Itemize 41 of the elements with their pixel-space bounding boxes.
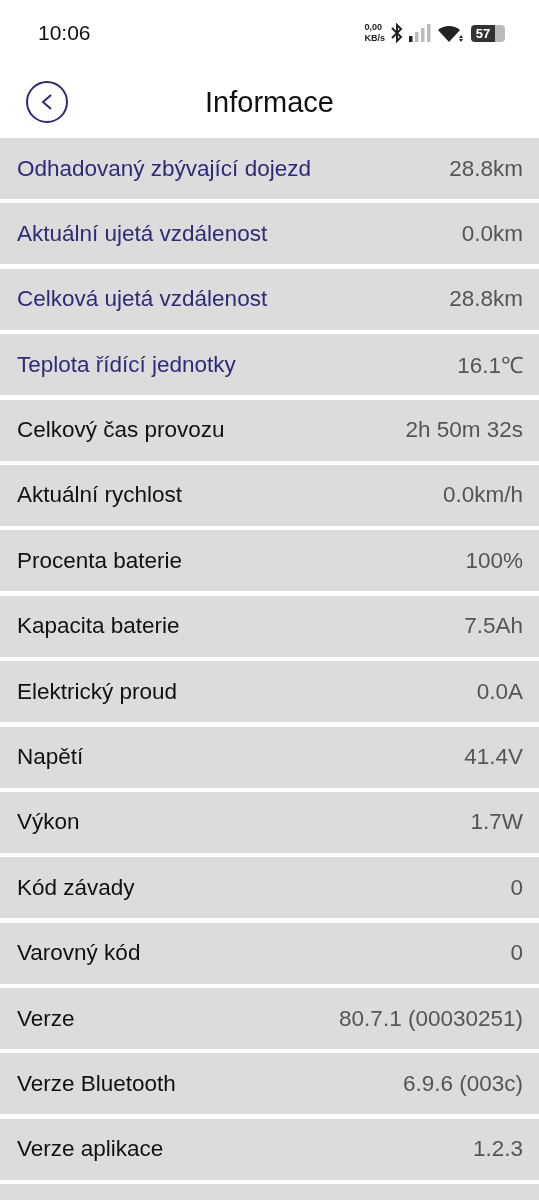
- row-value: 0.0km: [461, 220, 523, 247]
- row-label: Kód závady: [17, 874, 135, 901]
- row-label: Aktuální ujetá vzdálenost: [17, 220, 268, 247]
- row-label: Výkon: [17, 809, 80, 836]
- row-value: 28.8km: [449, 286, 523, 313]
- row-label: Verze aplikace: [17, 1136, 164, 1163]
- network-speed-unit: KB/s: [364, 33, 385, 44]
- row-value: 41.4V: [464, 744, 523, 770]
- row-label: Varovný kód: [17, 940, 141, 967]
- row-value: 2h 50m 32s: [405, 417, 523, 444]
- row-label: Verze: [17, 1005, 75, 1032]
- page-title: Informace: [204, 85, 335, 119]
- row-label: Verze Bluetooth: [17, 1070, 176, 1097]
- row-value: 80.7.1 (00030251): [339, 1005, 523, 1032]
- signal-icon: [409, 24, 431, 42]
- row-value: 7.5Ah: [464, 613, 523, 640]
- row-value: 0: [510, 874, 523, 901]
- row-label: Napětí: [17, 744, 84, 770]
- row-value: 28.8km: [449, 155, 523, 182]
- row-value: 0.0km/h: [442, 482, 523, 509]
- network-speed: 0,00: [364, 22, 383, 33]
- row-value: 100%: [465, 547, 523, 574]
- row-value: 16.1℃: [457, 352, 523, 381]
- row-value: 1.2.3: [472, 1136, 523, 1163]
- wifi-icon: [437, 23, 465, 43]
- chevron-left-icon: [40, 93, 54, 111]
- status-time: 10:06: [38, 21, 91, 45]
- row-label: Elektrický proud: [17, 678, 178, 705]
- row-value: 0.0A: [476, 678, 523, 705]
- row-label: Aktuální rychlost: [17, 482, 183, 509]
- row-value: 0: [510, 940, 523, 967]
- row-value: 6.9.6 (003c): [402, 1070, 523, 1097]
- bluetooth-icon: [391, 23, 403, 43]
- row-label: Teplota řídící jednotky: [17, 351, 236, 378]
- row-value: 1.7W: [470, 809, 523, 836]
- row-label: Celkový čas provozu: [17, 417, 225, 444]
- back-button[interactable]: [26, 81, 68, 123]
- row-label: Kapacita baterie: [17, 613, 180, 640]
- row-label: Odhadovaný zbývající dojezd: [17, 155, 311, 182]
- row-label: Procenta baterie: [17, 547, 183, 574]
- row-label: Celková ujetá vzdálenost: [17, 286, 268, 313]
